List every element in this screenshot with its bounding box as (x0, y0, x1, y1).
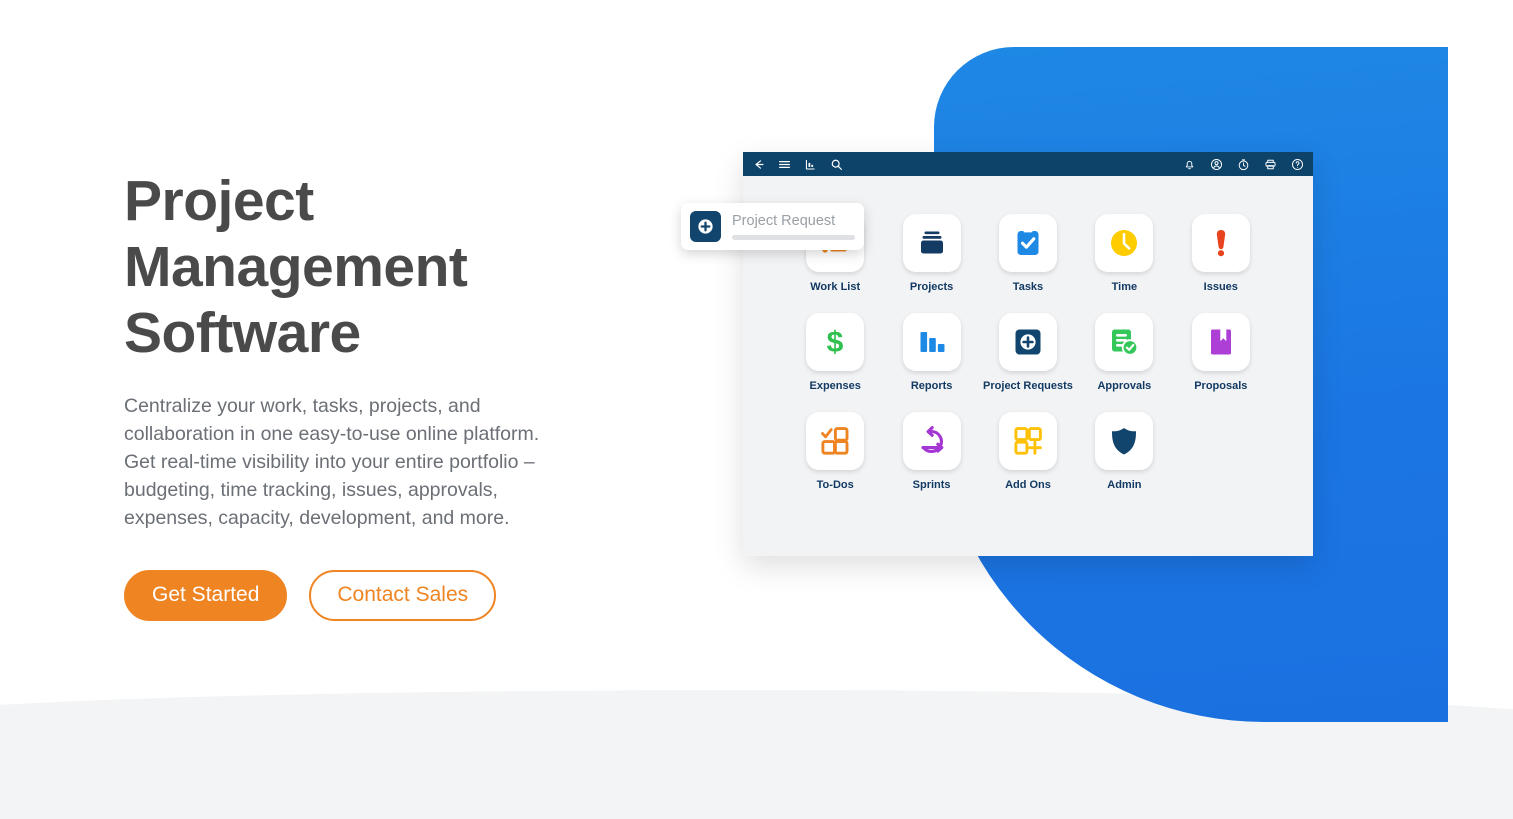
app-tile-label: Expenses (809, 380, 861, 392)
timer-clock-icon[interactable] (1237, 158, 1250, 171)
app-tile-project-requests[interactable]: Project Requests (980, 313, 1076, 392)
page-root: Project Management Software Centralize y… (0, 0, 1513, 819)
drag-card-title: Project Request (732, 213, 836, 229)
app-tile-expenses[interactable]: $ Expenses (787, 313, 883, 392)
app-tile-todos[interactable]: To-Dos (787, 412, 883, 491)
app-tile-reports[interactable]: Reports (883, 313, 979, 392)
title-line-1: Project (124, 169, 314, 233)
user-account-icon[interactable] (1210, 158, 1223, 171)
plus-circle-icon (690, 211, 721, 242)
app-tile-label: Work List (810, 281, 861, 293)
back-arrow-icon[interactable] (752, 158, 765, 171)
tasks-clipboard-icon (998, 214, 1057, 272)
app-tile-tasks[interactable]: Tasks (980, 214, 1076, 293)
hero-description: Centralize your work, tasks, projects, a… (124, 395, 540, 529)
page-title: Project Management Software (124, 168, 594, 366)
app-tile-label: Admin (1107, 479, 1142, 491)
add-ons-plus-grid-icon (998, 412, 1057, 470)
bell-notification-icon[interactable] (1183, 158, 1196, 171)
toolbar-right-icons (1183, 158, 1304, 171)
todos-grid-check-icon (806, 412, 865, 470)
hamburger-menu-icon[interactable] (778, 158, 791, 171)
app-tile-label: Proposals (1194, 380, 1248, 392)
title-line-2: Management (124, 235, 468, 299)
app-tile-label: Sprints (912, 479, 951, 491)
app-tile-time[interactable]: Time (1076, 214, 1172, 293)
app-tile-label: Project Requests (983, 380, 1073, 392)
printer-icon[interactable] (1264, 158, 1277, 171)
admin-shield-icon (1095, 412, 1154, 470)
svg-text:$: $ (827, 326, 844, 358)
expenses-dollar-icon: $ (806, 313, 865, 371)
sprints-refresh-icon (902, 412, 961, 470)
project-request-plus-icon (998, 313, 1057, 371)
time-clock-icon (1095, 214, 1154, 272)
app-tile-projects[interactable]: Projects (883, 214, 979, 293)
app-tile-label: Time (1111, 281, 1138, 293)
app-tile-label: Approvals (1097, 380, 1152, 392)
app-tile-grid: Work List Projects Tasks Time Issues $ E… (743, 214, 1313, 491)
projects-box-icon (902, 214, 961, 272)
app-tile-label: Add Ons (1005, 479, 1051, 491)
app-tile-issues[interactable]: Issues (1173, 214, 1269, 293)
hero-actions: Get Started Contact Sales (124, 570, 594, 621)
app-tile-sprints[interactable]: Sprints (883, 412, 979, 491)
toolbar-left-icons (752, 158, 843, 171)
approvals-check-doc-icon (1095, 313, 1154, 371)
app-tile-label: Tasks (1012, 281, 1044, 293)
search-icon[interactable] (830, 158, 843, 171)
proposals-book-icon (1191, 313, 1250, 371)
app-tile-proposals[interactable]: Proposals (1173, 313, 1269, 392)
get-started-button[interactable]: Get Started (124, 570, 288, 621)
drag-card-placeholder-bar (732, 235, 855, 240)
drag-card-content: Project Request (732, 213, 855, 240)
title-line-3: Software (124, 301, 361, 365)
issues-exclamation-icon (1191, 214, 1250, 272)
app-toolbar (743, 152, 1313, 176)
app-tile-label: Reports (910, 380, 953, 392)
app-tile-add-ons[interactable]: Add Ons (980, 412, 1076, 491)
app-tile-label: Issues (1203, 281, 1238, 293)
app-tile-label: To-Dos (816, 479, 854, 491)
app-tile-label: Projects (909, 281, 954, 293)
hero-section: Project Management Software Centralize y… (124, 168, 594, 621)
contact-sales-button[interactable]: Contact Sales (309, 570, 497, 621)
help-question-icon[interactable] (1291, 158, 1304, 171)
app-tile-admin[interactable]: Admin (1076, 412, 1172, 491)
drag-preview-card[interactable]: Project Request (681, 203, 864, 250)
reports-bars-icon (902, 313, 961, 371)
reports-chart-icon[interactable] (804, 158, 817, 171)
app-tile-approvals[interactable]: Approvals (1076, 313, 1172, 392)
